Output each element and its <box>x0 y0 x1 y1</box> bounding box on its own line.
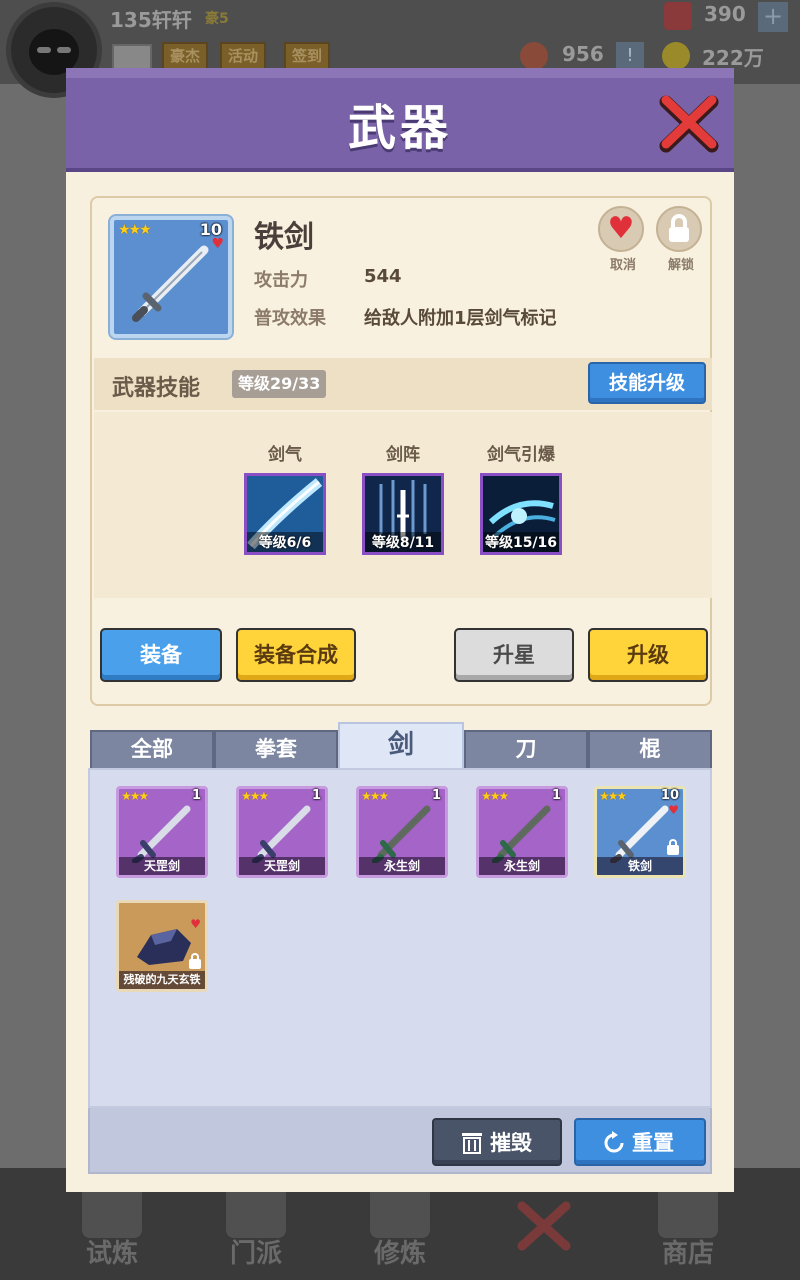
sword-icon <box>132 245 209 322</box>
inventory-item[interactable]: ★★★ 1 永生剑 <box>356 786 448 878</box>
reset-button[interactable]: 重置 <box>574 1118 706 1166</box>
tab-blade[interactable]: 刀 <box>464 730 588 770</box>
lock-icon <box>667 839 679 855</box>
sword-icon <box>610 805 669 863</box>
sword-icon <box>492 805 551 863</box>
unlock-button[interactable]: 解锁 <box>656 206 702 273</box>
inventory-item-selected[interactable]: ★★★ 10 ♥ 铁剑 <box>594 786 686 878</box>
effect-value: 给敌人附加1层剑气标记 <box>364 308 557 329</box>
attack-value: 544 <box>364 266 402 287</box>
gem-count: 390 <box>704 2 746 26</box>
trash-icon <box>462 1133 482 1154</box>
lock-icon <box>189 953 201 969</box>
destroy-label: 摧毁 <box>490 1131 532 1155</box>
inventory-item[interactable]: ★★★ 1 天罡剑 <box>116 786 208 878</box>
weapon-name: 铁剑 <box>254 220 314 255</box>
inventory-item[interactable]: ★★★ 1 永生剑 <box>476 786 568 878</box>
attack-label: 攻击力 <box>254 270 308 291</box>
skill-level-badge: 等级29/33 <box>232 370 327 398</box>
black-iron-ore-icon <box>137 929 191 965</box>
sect-icon <box>226 1186 286 1238</box>
weapon-skill-bar: 武器技能 等级29/33 技能升级 <box>94 358 712 410</box>
star-up-button[interactable]: 升星 <box>454 628 574 682</box>
close-icon[interactable] <box>658 94 720 156</box>
inventory-item[interactable]: ♥ 残破的九天玄铁 <box>116 900 208 992</box>
unlock-label: 解锁 <box>667 258 694 273</box>
category-tabs: 全部 拳套 剑 刀 棍 <box>90 722 712 770</box>
heart-icon: ♥ <box>607 211 635 246</box>
cultivate-icon <box>370 1186 430 1238</box>
skill-name: 剑阵 <box>386 445 420 465</box>
skill-level: 等级15/16 <box>483 532 559 552</box>
weapon-slot[interactable]: ★★★ 10 ♥ <box>110 216 232 338</box>
weapon-info-card: ★★★ 10 ♥ 铁剑 攻击力 544 普攻效果 给敌人附加1层剑气标记 ♥ 取… <box>90 196 712 706</box>
hud-button-heroes[interactable]: 豪杰 <box>162 42 209 70</box>
tab-gauntlet[interactable]: 拳套 <box>214 730 338 770</box>
destroy-button[interactable]: 摧毁 <box>432 1118 562 1166</box>
nav-label: 修炼 <box>373 1239 426 1269</box>
token-count: 956 <box>562 42 604 66</box>
sword-array-icon[interactable]: 等级8/11 <box>362 473 444 555</box>
refresh-icon <box>604 1131 624 1153</box>
item-name: 天罡剑 <box>239 857 325 875</box>
nav-label: 商店 <box>661 1239 714 1269</box>
gold-count: 222万 <box>702 46 764 70</box>
trial-icon <box>82 1186 142 1238</box>
player-name: 135轩轩 <box>110 8 192 32</box>
tab-staff[interactable]: 棍 <box>588 730 712 770</box>
nav-label: 门派 <box>229 1239 282 1269</box>
sword-icon <box>372 805 431 863</box>
sword-qi-burst-icon[interactable]: 等级15/16 <box>480 473 562 555</box>
compose-button[interactable]: 装备合成 <box>236 628 356 682</box>
mail-icon[interactable] <box>112 44 152 70</box>
tab-all[interactable]: 全部 <box>90 730 214 770</box>
upgrade-button[interactable]: 升级 <box>588 628 708 682</box>
item-name: 铁剑 <box>597 857 683 875</box>
item-name: 天罡剑 <box>119 857 205 875</box>
gold-coin-icon <box>662 42 690 70</box>
skill-name: 剑气 <box>268 445 302 465</box>
shop-icon <box>658 1186 718 1238</box>
item-name: 残破的九天玄铁 <box>119 971 205 989</box>
tab-sword[interactable]: 剑 <box>338 722 464 770</box>
crossed-swords-icon <box>517 1201 571 1251</box>
dialog-header: 武器 <box>66 68 734 172</box>
skill-sword-qi-burst[interactable]: 剑气引爆 等级15/16 <box>480 440 562 555</box>
skills-area: 剑气 等级6/6 剑阵 等级8/11 剑气引爆 等级15/16 <box>94 412 712 598</box>
cancel-label: 取消 <box>609 258 636 273</box>
sword-icon <box>252 805 311 863</box>
dialog-title: 武器 <box>347 100 452 156</box>
nav-label: 试炼 <box>85 1239 138 1269</box>
inventory-grid: ★★★ 1 天罡剑 ★★★ 1 天罡剑 ★★★ 1 永生剑 ★★★ 1 永生剑 … <box>88 768 712 1108</box>
skill-level: 等级6/6 <box>247 532 323 552</box>
skill-sword-array[interactable]: 剑阵 等级8/11 <box>362 440 444 555</box>
skill-sword-qi[interactable]: 剑气 等级6/6 <box>244 440 326 555</box>
sword-qi-icon[interactable]: 等级6/6 <box>244 473 326 555</box>
token-icon <box>520 42 548 70</box>
skill-level: 等级8/11 <box>365 532 441 552</box>
skill-section-title: 武器技能 <box>112 376 201 401</box>
skill-upgrade-button[interactable]: 技能升级 <box>588 362 706 404</box>
weapon-dialog: 武器 ★★★ 10 ♥ 铁剑 攻击力 544 普攻效果 给敌人附加1层剑气标记 … <box>66 68 734 1192</box>
add-gems-button[interactable]: + <box>758 2 788 32</box>
inventory-footer: 摧毁 重置 <box>88 1108 712 1174</box>
hud-button-checkin[interactable]: 签到 <box>284 42 331 70</box>
alert-icon[interactable]: ! <box>616 42 644 70</box>
vip-badge: 豪5 <box>205 11 229 27</box>
inventory-item[interactable]: ★★★ 1 天罡剑 <box>236 786 328 878</box>
reset-label: 重置 <box>632 1131 674 1155</box>
equip-button[interactable]: 装备 <box>100 628 222 682</box>
effect-label: 普攻效果 <box>254 308 326 329</box>
hud-button-events[interactable]: 活动 <box>220 42 267 70</box>
item-name: 永生剑 <box>359 857 445 875</box>
gem-icon <box>664 2 692 30</box>
skill-name: 剑气引爆 <box>487 445 555 465</box>
sword-icon <box>132 805 191 863</box>
lock-icon <box>669 214 689 242</box>
item-name: 永生剑 <box>479 857 565 875</box>
cancel-favorite-button[interactable]: ♥ 取消 <box>598 206 644 273</box>
